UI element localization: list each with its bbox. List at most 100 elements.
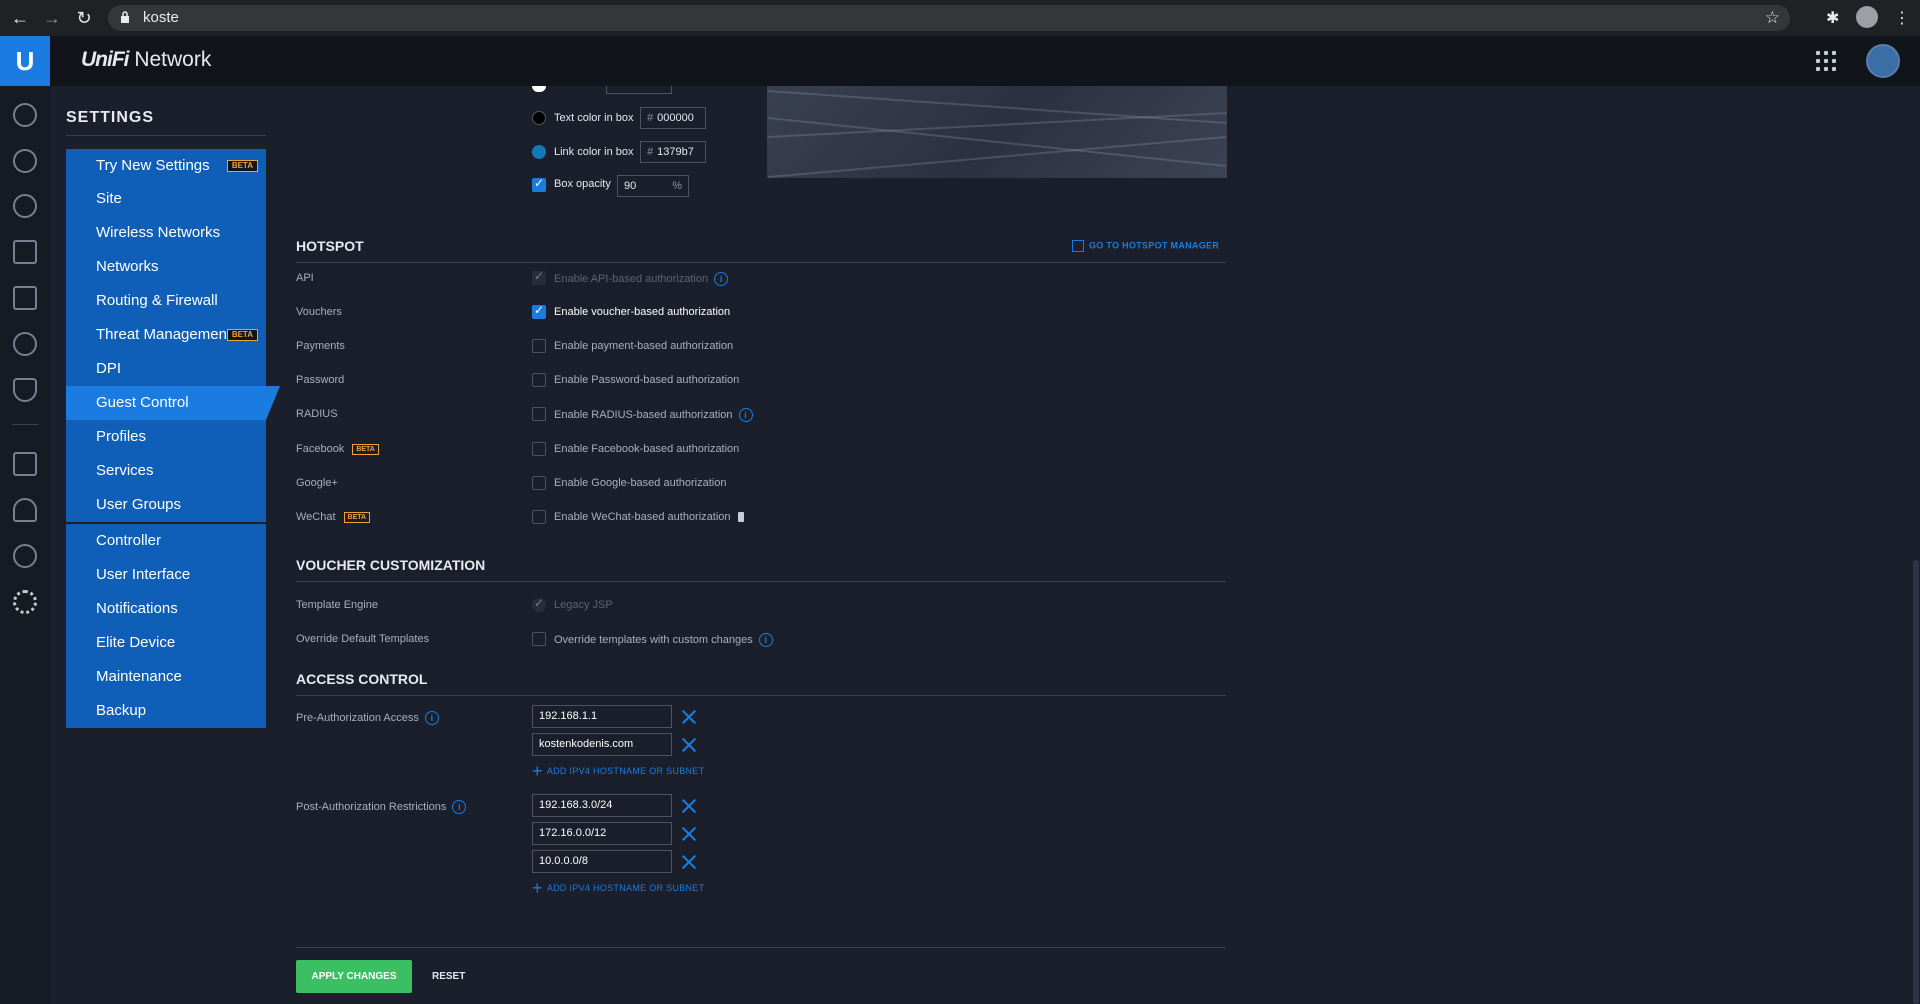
box-color-field[interactable] — [606, 86, 672, 94]
browser-toolbar: ← → ↻ koste ☆ ✱ ⋮ — [0, 0, 1920, 36]
menu-item-wireless-networks[interactable]: Wireless Networks — [66, 216, 266, 250]
box-opacity-label: Box opacity — [554, 178, 611, 190]
page-scrollbar[interactable] — [1912, 86, 1920, 1004]
menu-item-try-new-settings[interactable]: Try New Settings BETA — [66, 149, 266, 183]
info-icon[interactable]: i — [738, 408, 753, 422]
menu-item-user-interface[interactable]: User Interface — [66, 558, 266, 592]
hotspot-row-facebook: Facebook BETA Enable Facebook-based autho… — [296, 436, 1226, 464]
menu-item-label: Backup — [96, 702, 147, 719]
shield-icon[interactable] — [13, 378, 37, 402]
menu-item-label: Services — [96, 462, 154, 479]
password-auth-checkbox[interactable] — [532, 373, 546, 387]
menu-item-services[interactable]: Services — [66, 454, 266, 488]
info-icon[interactable]: i — [714, 272, 729, 286]
wechat-auth-text: Enable WeChat-based authorization — [554, 511, 744, 523]
settings-menu-site-group: Site Wireless Networks Networks Routing … — [66, 182, 280, 522]
pre-auth-row: Pre-Authorization Access i — [296, 704, 1226, 732]
settings-divider — [66, 135, 266, 136]
menu-item-maintenance[interactable]: Maintenance — [66, 660, 266, 694]
insights-icon[interactable] — [13, 332, 37, 356]
post-auth-entry-input[interactable]: 192.168.3.0/24 — [532, 794, 672, 817]
facebook-auth-text: Enable Facebook-based authorization — [554, 443, 740, 455]
menu-item-dpi[interactable]: DPI — [66, 352, 266, 386]
hotspot-manager-link[interactable]: GO TO HOTSPOT MANAGER — [1072, 240, 1219, 252]
menu-item-threat-management[interactable]: Threat Management BETA — [66, 318, 266, 352]
clients-icon[interactable] — [13, 240, 37, 264]
try-new-settings-group: Try New Settings BETA — [66, 149, 266, 183]
wechat-auth-checkbox[interactable] — [532, 510, 546, 524]
forward-icon[interactable]: → — [42, 8, 62, 28]
menu-item-label: Networks — [96, 258, 159, 275]
google-auth-checkbox[interactable] — [532, 476, 546, 490]
payment-auth-checkbox[interactable] — [532, 339, 546, 353]
pre-auth-entry-input[interactable]: kostenkodenis.com — [532, 733, 672, 756]
reset-button[interactable]: RESET — [432, 971, 465, 982]
extensions-icon[interactable]: ✱ — [1826, 8, 1839, 28]
remove-entry-icon[interactable] — [682, 855, 696, 869]
remove-entry-icon[interactable] — [682, 710, 696, 724]
menu-item-controller[interactable]: Controller — [66, 524, 266, 558]
link-color-dot[interactable] — [532, 145, 546, 159]
menu-item-guest-control[interactable]: Guest Control — [66, 386, 280, 420]
topology-icon[interactable] — [13, 149, 37, 173]
devices-icon[interactable] — [13, 194, 37, 218]
text-color-dot[interactable] — [532, 111, 546, 125]
box-color-dot[interactable] — [532, 86, 546, 92]
add-post-auth-entry-link[interactable]: + ADD IPV4 HOSTNAME OR SUBNET — [532, 878, 704, 899]
events-calendar-icon[interactable] — [13, 452, 37, 476]
pre-auth-entry-input[interactable]: 192.168.1.1 — [532, 705, 672, 728]
scrollbar-thumb[interactable] — [1913, 560, 1919, 1004]
add-pre-auth-entry-link[interactable]: + ADD IPV4 HOSTNAME OR SUBNET — [532, 761, 704, 782]
link-color-field[interactable]: #1379b7 — [640, 141, 706, 163]
help-icon[interactable] — [13, 544, 37, 568]
dashboard-icon[interactable] — [13, 103, 37, 127]
menu-item-profiles[interactable]: Profiles — [66, 420, 266, 454]
info-icon[interactable]: i — [424, 711, 439, 725]
hotspot-manager-label: GO TO HOTSPOT MANAGER — [1089, 240, 1220, 251]
voucher-auth-checkbox[interactable] — [532, 303, 546, 319]
google-auth-text: Enable Google-based authorization — [554, 477, 727, 489]
apply-changes-button[interactable]: APPLY CHANGES — [296, 960, 412, 993]
box-opacity-field[interactable]: 90% — [617, 175, 689, 197]
menu-item-elite-device[interactable]: Elite Device — [66, 626, 266, 660]
menu-item-notifications[interactable]: Notifications — [66, 592, 266, 626]
info-icon[interactable]: i — [758, 633, 773, 647]
settings-gear-icon[interactable] — [13, 590, 37, 614]
info-icon[interactable]: i — [452, 800, 467, 814]
remove-entry-icon[interactable] — [682, 799, 696, 813]
apps-grid-icon[interactable] — [1816, 51, 1836, 71]
facebook-auth-checkbox[interactable] — [532, 442, 546, 456]
alarms-bell-icon[interactable] — [13, 498, 37, 522]
radius-auth-checkbox[interactable] — [532, 407, 546, 421]
actions-divider — [296, 947, 1226, 948]
text-color-field[interactable]: #000000 — [640, 107, 706, 129]
settings-title: SETTINGS — [66, 109, 155, 126]
access-section-title: ACCESS CONTROL — [296, 671, 428, 687]
profile-avatar[interactable] — [1856, 6, 1878, 28]
post-auth-entry-input[interactable]: 10.0.0.0/8 — [532, 850, 672, 873]
row-label: Password — [296, 374, 345, 386]
post-auth-entry-input[interactable]: 172.16.0.0/12 — [532, 822, 672, 845]
override-templates-checkbox[interactable] — [532, 632, 546, 646]
menu-item-backup[interactable]: Backup — [66, 694, 266, 728]
beta-badge: BETA — [343, 511, 371, 523]
reload-icon[interactable]: ↻ — [74, 8, 94, 28]
back-icon[interactable]: ← — [10, 8, 30, 28]
menu-item-label: Notifications — [96, 600, 178, 617]
box-opacity-checkbox[interactable] — [532, 176, 546, 192]
unifi-logo[interactable]: U — [0, 36, 50, 86]
bookmark-star-icon[interactable]: ☆ — [1765, 8, 1780, 28]
menu-item-site[interactable]: Site — [66, 182, 266, 216]
beta-badge: BETA — [352, 443, 379, 455]
statistics-icon[interactable] — [13, 286, 37, 310]
address-bar[interactable]: koste ☆ — [108, 5, 1790, 31]
menu-item-user-groups[interactable]: User Groups — [66, 488, 266, 522]
password-auth-text: Enable Password-based authorization — [554, 374, 740, 386]
remove-entry-icon[interactable] — [682, 827, 696, 841]
menu-item-routing-firewall[interactable]: Routing & Firewall — [66, 284, 266, 318]
wechat-auth-label: Enable WeChat-based authorization — [554, 511, 731, 523]
browser-menu-icon[interactable]: ⋮ — [1894, 8, 1910, 28]
remove-entry-icon[interactable] — [682, 738, 696, 752]
menu-item-networks[interactable]: Networks — [66, 250, 266, 284]
user-avatar[interactable] — [1866, 44, 1900, 78]
